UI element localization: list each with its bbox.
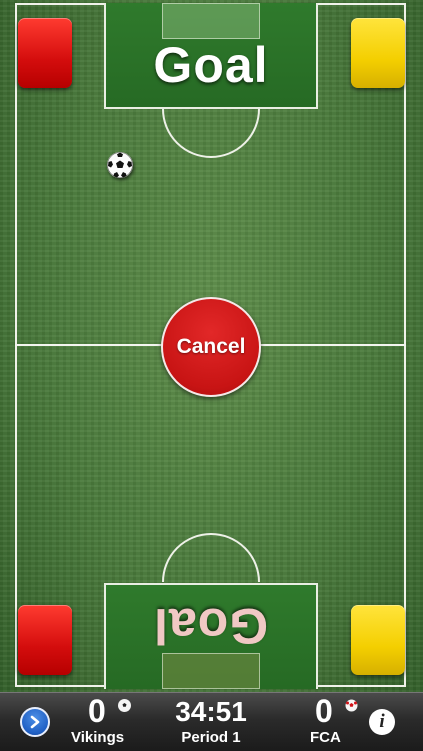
away-team-name: FCA	[310, 729, 341, 746]
soccer-pitch[interactable]: Goal Goal Cancel	[0, 0, 423, 692]
bottom-goal-label: Goal	[153, 598, 269, 654]
top-goal-button[interactable]: Goal	[104, 3, 318, 109]
top-goal-label: Goal	[153, 37, 269, 93]
home-ball-icon	[118, 699, 131, 712]
home-score: 0	[88, 693, 106, 729]
away-yellow-card-button[interactable]	[351, 18, 405, 88]
away-ball-icon	[345, 699, 358, 712]
chevron-right-icon[interactable]	[20, 707, 50, 737]
away-yellow-card-button-bottom[interactable]	[351, 605, 405, 675]
home-red-card-button[interactable]	[18, 18, 72, 88]
home-red-card-button-bottom[interactable]	[18, 605, 72, 675]
top-goal-area	[162, 3, 260, 39]
cancel-button[interactable]: Cancel	[161, 297, 261, 397]
bottom-goal-area	[162, 653, 260, 689]
bottom-goal-button[interactable]: Goal	[104, 583, 318, 689]
scoreboard-bar: 0 Vikings 34:51 Period 1 0 FCA i	[0, 692, 423, 751]
away-score: 0	[315, 693, 333, 729]
match-period: Period 1	[181, 729, 241, 746]
info-icon[interactable]: i	[369, 709, 395, 735]
home-team-name: Vikings	[71, 729, 125, 746]
match-clock: 34:51	[175, 696, 247, 727]
soccer-ball-icon[interactable]	[107, 152, 133, 178]
